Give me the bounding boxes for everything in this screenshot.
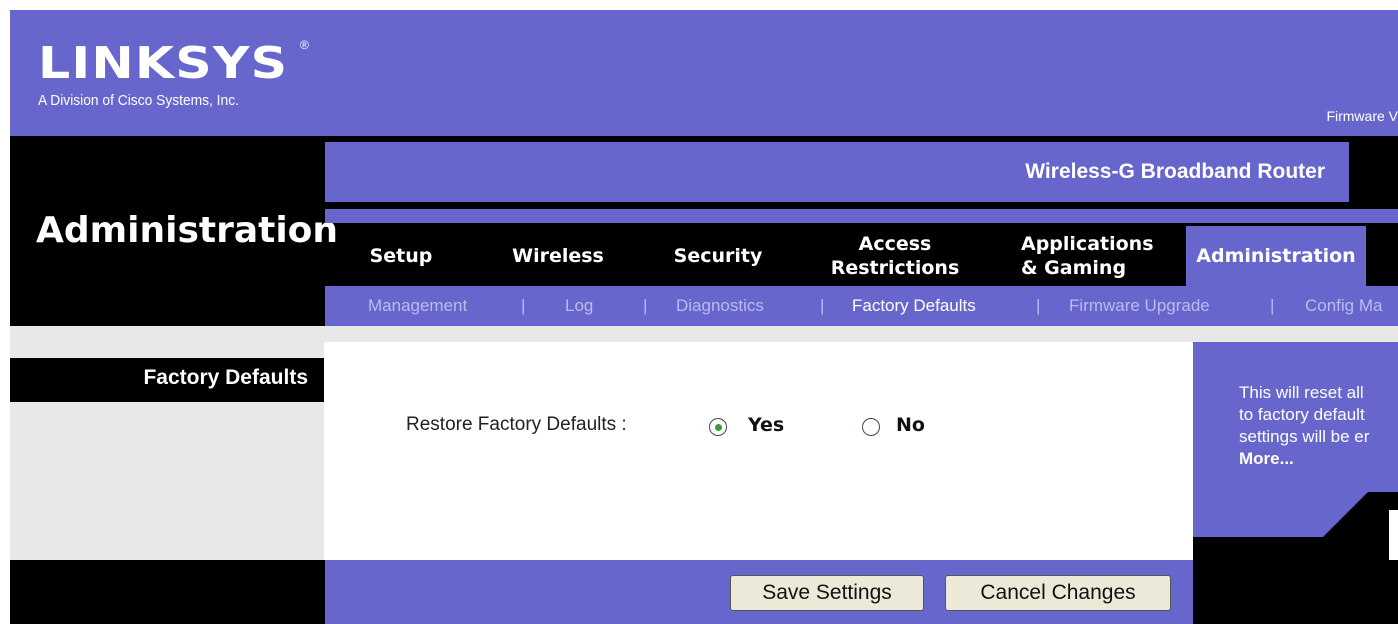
subnav-separator: | bbox=[1036, 296, 1041, 315]
logo-word: LINKSYS bbox=[38, 38, 289, 89]
tab-setup[interactable]: Setup bbox=[345, 226, 457, 286]
subnav-separator: | bbox=[643, 296, 648, 315]
logo-division: A Division of Cisco Systems, Inc. bbox=[38, 92, 239, 109]
product-bar: Wireless-G Broadband Router bbox=[325, 142, 1349, 202]
subnav-separator: | bbox=[1270, 296, 1275, 315]
section-label-text: Factory Defaults bbox=[143, 366, 308, 389]
radio-yes[interactable] bbox=[709, 418, 727, 436]
help-line: This will reset all bbox=[1239, 383, 1364, 402]
subnav-item-log[interactable]: Log bbox=[565, 296, 593, 316]
tab-divider-strip bbox=[325, 209, 1398, 223]
subnav-item-management[interactable]: Management bbox=[368, 296, 467, 316]
restore-factory-defaults-label: Restore Factory Defaults : bbox=[406, 414, 627, 435]
subnav-item-factory-defaults[interactable]: Factory Defaults bbox=[852, 296, 976, 316]
tab-applications-gaming[interactable]: Applications & Gaming bbox=[995, 226, 1170, 286]
subnav-item-firmware-upgrade[interactable]: Firmware Upgrade bbox=[1069, 296, 1210, 316]
section-label: Factory Defaults bbox=[10, 358, 324, 402]
subnav-bar: Management | Log | Diagnostics | Factory… bbox=[325, 286, 1398, 326]
tab-wireless[interactable]: Wireless bbox=[495, 226, 621, 286]
firmware-version: Firmware V bbox=[1326, 108, 1398, 124]
subnav-item-diagnostics[interactable]: Diagnostics bbox=[676, 296, 764, 316]
radio-no[interactable] bbox=[862, 418, 880, 436]
radio-selected-dot bbox=[715, 424, 722, 431]
registered-mark: ® bbox=[300, 38, 309, 52]
help-line: settings will be er bbox=[1239, 427, 1370, 446]
help-text: This will reset all to factory default s… bbox=[1239, 382, 1398, 470]
radio-yes-label[interactable]: Yes bbox=[748, 414, 784, 436]
help-line: to factory default bbox=[1239, 405, 1365, 424]
subnav-separator: | bbox=[521, 296, 526, 315]
page-title: Administration bbox=[36, 210, 339, 251]
help-panel: This will reset all to factory default s… bbox=[1193, 342, 1398, 560]
linksys-logo: LINKSYS ® A Division of Cisco Systems, I… bbox=[38, 38, 318, 112]
cancel-changes-button[interactable]: Cancel Changes bbox=[945, 575, 1171, 611]
content-top-strip bbox=[10, 326, 1398, 342]
tab-administration[interactable]: Administration bbox=[1186, 226, 1366, 286]
content-panel bbox=[325, 342, 1193, 560]
subnav-item-config-management[interactable]: Config Ma bbox=[1305, 296, 1382, 316]
help-more-link[interactable]: More... bbox=[1239, 448, 1398, 470]
product-name: Wireless-G Broadband Router bbox=[1025, 160, 1325, 183]
radio-no-label[interactable]: No bbox=[896, 414, 925, 436]
subnav-separator: | bbox=[820, 296, 825, 315]
tab-security[interactable]: Security bbox=[660, 226, 776, 286]
tab-access-restrictions[interactable]: Access Restrictions bbox=[815, 226, 975, 286]
save-settings-button[interactable]: Save Settings bbox=[730, 575, 924, 611]
